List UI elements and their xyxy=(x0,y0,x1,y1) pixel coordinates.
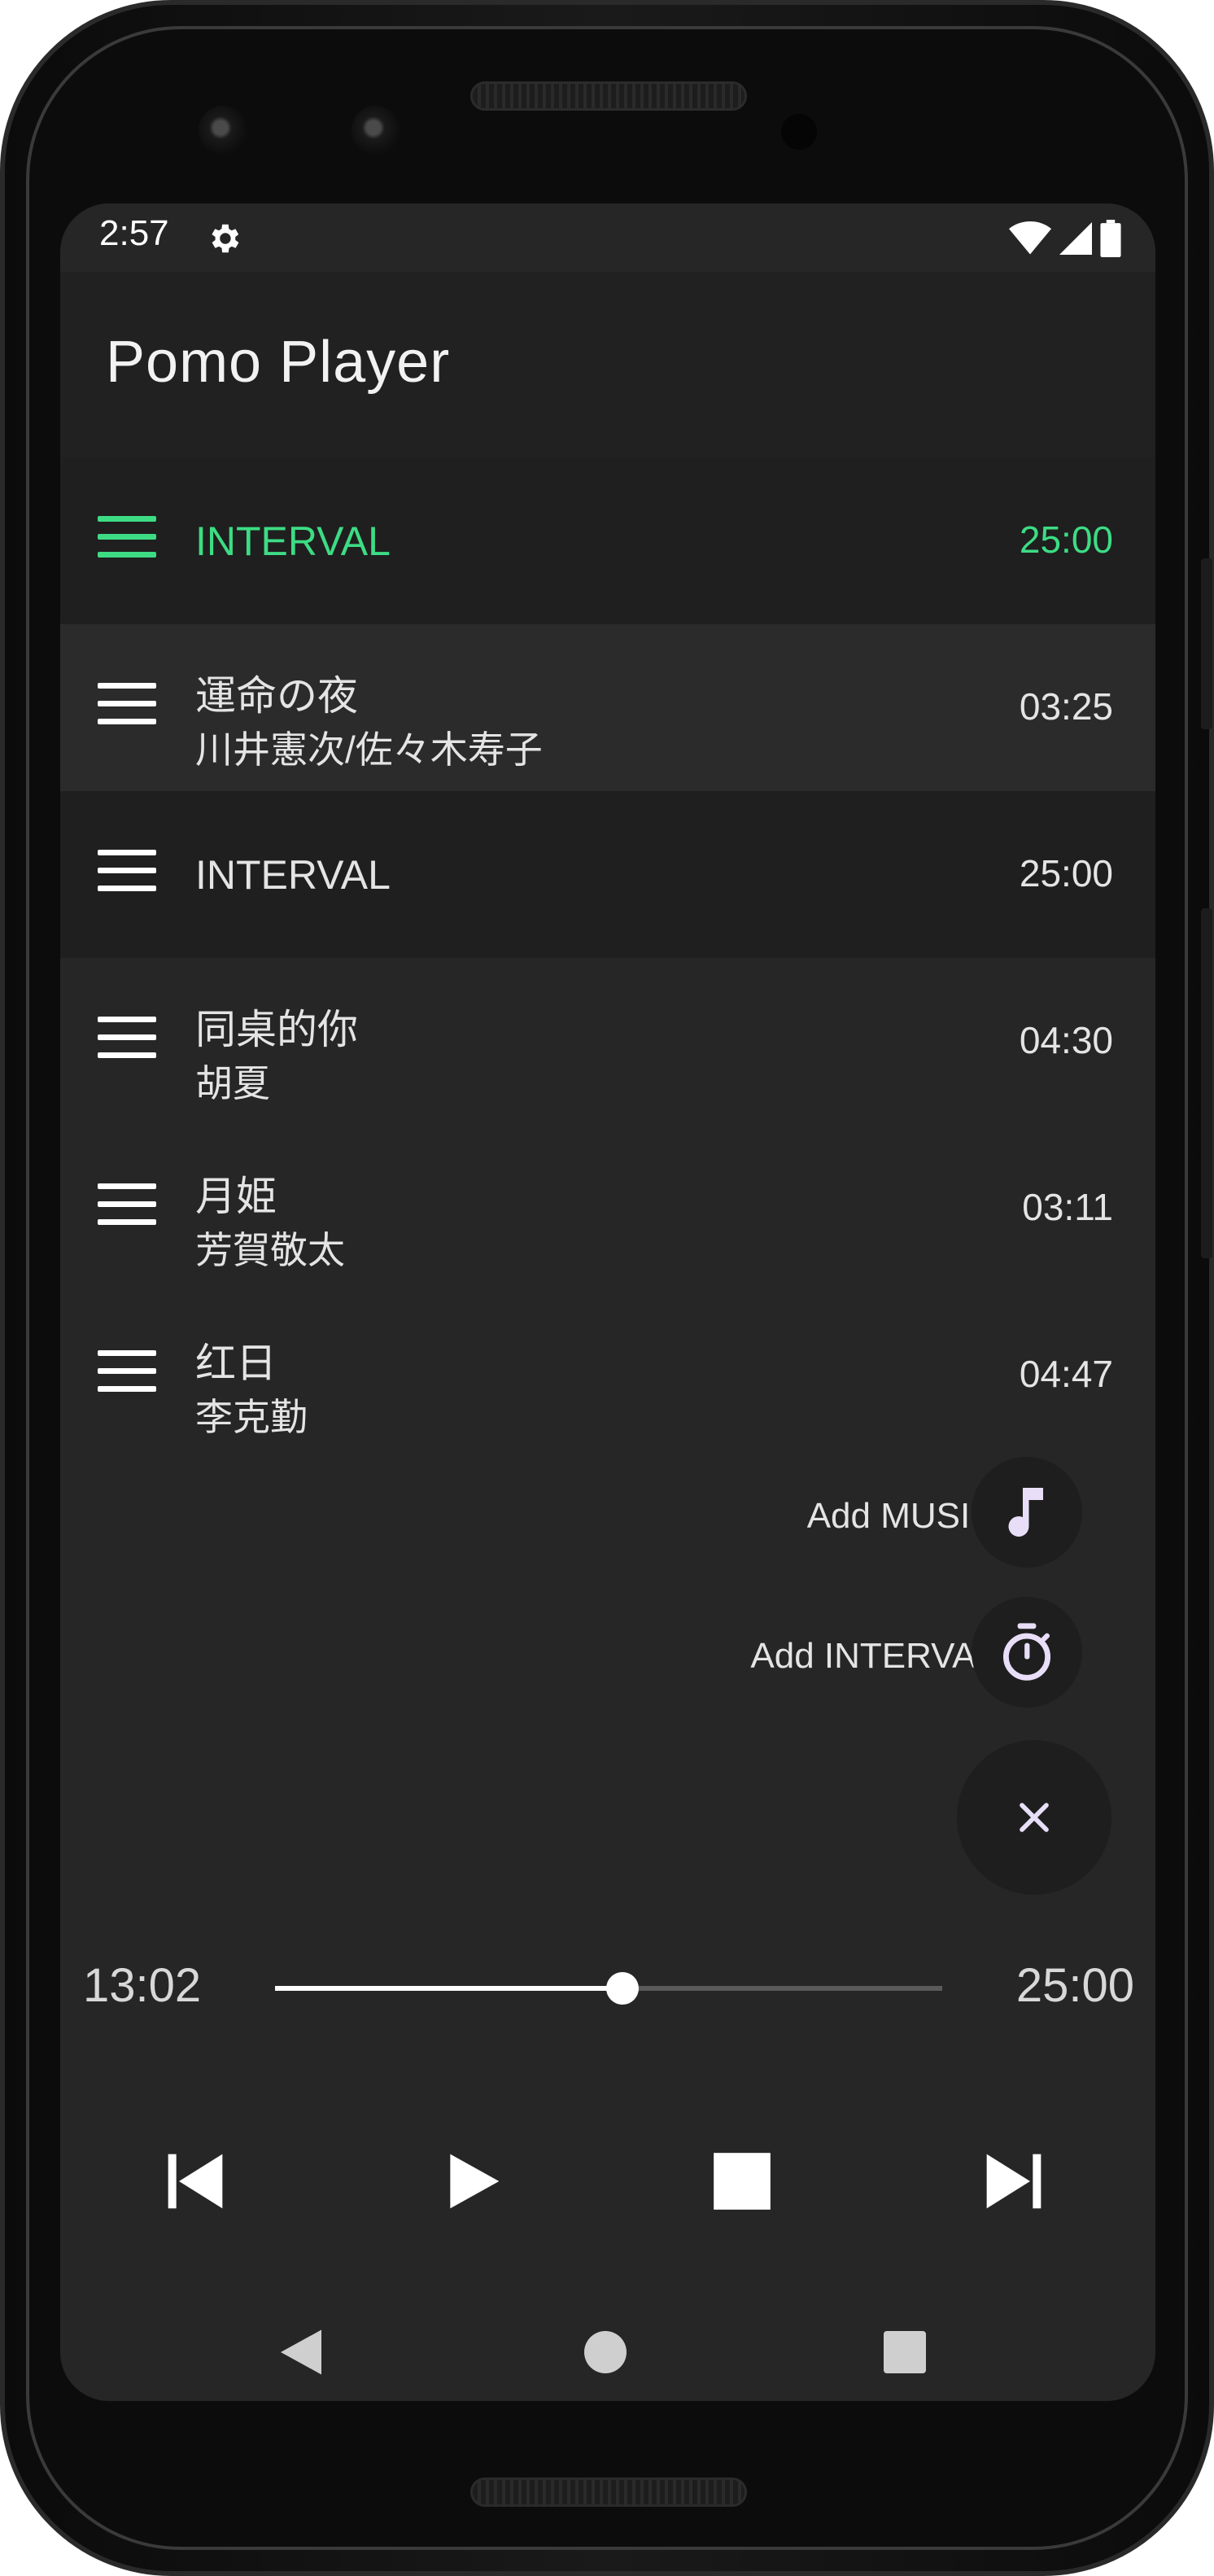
app-title: Pomo Player xyxy=(106,330,451,395)
recents-icon xyxy=(884,2331,926,2373)
status-bar: 2:57 xyxy=(60,203,1155,272)
bottom-speaker xyxy=(470,2478,747,2507)
queue-item-artist: 李克勤 xyxy=(195,1396,308,1438)
seek-bar-fill xyxy=(275,1986,623,1991)
back-icon xyxy=(281,2329,321,2375)
app-bar: Pomo Player xyxy=(60,272,1155,457)
music-note-icon xyxy=(1008,1488,1043,1537)
navigation-bar xyxy=(60,2287,1155,2401)
battery-icon xyxy=(1100,220,1121,257)
home-icon xyxy=(584,2331,627,2373)
add-music-button[interactable] xyxy=(972,1457,1082,1568)
queue-item-music[interactable]: 红日 李克勤 04:47 xyxy=(60,1292,1155,1459)
queue-item-duration: 03:11 xyxy=(1022,1186,1113,1228)
play-button[interactable] xyxy=(423,2132,521,2230)
total-time: 25:00 xyxy=(1015,1959,1134,2012)
queue-item-duration: 04:30 xyxy=(1019,1019,1113,1061)
nav-recents-button[interactable] xyxy=(872,2320,937,2385)
drag-handle-icon[interactable] xyxy=(98,683,156,728)
queue-item-music[interactable]: 月姫 芳賀敬太 03:11 xyxy=(60,1125,1155,1292)
add-music-label[interactable]: Add MUSIC xyxy=(807,1496,996,1537)
drag-handle-icon[interactable] xyxy=(98,1183,156,1229)
next-button[interactable] xyxy=(965,2132,1063,2230)
top-speaker xyxy=(470,81,747,111)
queue-item-artist: 芳賀敬太 xyxy=(195,1229,345,1271)
screen: 2:57 Pomo Player INTERVAL 25:00 運命の夜 川井憲… xyxy=(60,203,1155,2401)
gear-icon xyxy=(212,224,239,253)
queue-item-title: 運命の夜 xyxy=(195,673,358,719)
queue-item-music[interactable]: 同桌的你 胡夏 04:30 xyxy=(60,958,1155,1125)
stop-icon xyxy=(714,2153,771,2210)
play-icon xyxy=(450,2154,500,2209)
nav-back-button[interactable] xyxy=(269,2320,334,2385)
queue-item-title: INTERVAL xyxy=(195,852,391,898)
skip-next-icon xyxy=(986,2154,1042,2209)
add-interval-button[interactable] xyxy=(972,1597,1082,1708)
front-camera-1 xyxy=(199,106,247,155)
queue-item-duration: 25:00 xyxy=(1019,852,1113,894)
cellular-signal-icon xyxy=(1059,222,1092,255)
volume-button xyxy=(1201,908,1212,1258)
elapsed-time: 13:02 xyxy=(83,1959,202,2012)
queue-item-duration: 03:25 xyxy=(1019,685,1113,728)
nav-home-button[interactable] xyxy=(573,2320,638,2385)
close-fab-button[interactable] xyxy=(957,1740,1111,1895)
queue-item-title: INTERVAL xyxy=(195,518,391,564)
close-icon xyxy=(1020,1803,1049,1832)
power-button xyxy=(1201,558,1212,729)
queue-item-artist: 川井憲次/佐々木寿子 xyxy=(195,728,543,771)
wifi-icon xyxy=(1009,221,1051,255)
seek-bar-thumb[interactable] xyxy=(606,1972,640,2005)
timer-icon xyxy=(1002,1623,1051,1681)
queue-item-title: 月姫 xyxy=(195,1174,277,1219)
front-camera-2 xyxy=(352,106,400,155)
queue-item-duration: 04:47 xyxy=(1019,1353,1113,1395)
drag-handle-icon[interactable] xyxy=(98,1350,156,1396)
drag-handle-icon[interactable] xyxy=(98,516,156,562)
stop-button[interactable] xyxy=(693,2132,791,2230)
drag-handle-icon[interactable] xyxy=(98,1017,156,1062)
queue-item-interval-active[interactable]: INTERVAL 25:00 xyxy=(60,457,1155,624)
queue-item-duration: 25:00 xyxy=(1019,518,1113,561)
seek-bar[interactable] xyxy=(275,1972,942,2005)
queue-item-title: 同桌的你 xyxy=(195,1007,358,1052)
previous-button[interactable] xyxy=(146,2132,244,2230)
queue-item-title: 红日 xyxy=(195,1340,277,1386)
drag-handle-icon[interactable] xyxy=(98,850,156,895)
skip-previous-icon xyxy=(168,2154,223,2209)
playback-progress: 13:02 25:00 xyxy=(60,1935,1155,2033)
queue-item-artist: 胡夏 xyxy=(195,1062,270,1104)
playback-controls xyxy=(60,2132,1155,2230)
add-interval-label[interactable]: Add INTERVAL xyxy=(750,1636,996,1677)
status-time: 2:57 xyxy=(99,213,169,253)
queue-item-interval[interactable]: INTERVAL 25:00 xyxy=(60,791,1155,958)
proximity-sensor xyxy=(781,114,817,150)
queue-item-music[interactable]: 運命の夜 川井憲次/佐々木寿子 03:25 xyxy=(60,624,1155,791)
status-icons xyxy=(1009,218,1121,259)
queue-list: INTERVAL 25:00 運命の夜 川井憲次/佐々木寿子 03:25 INT… xyxy=(60,457,1155,1459)
phone-frame: 2:57 Pomo Player INTERVAL 25:00 運命の夜 川井憲… xyxy=(0,0,1214,2576)
